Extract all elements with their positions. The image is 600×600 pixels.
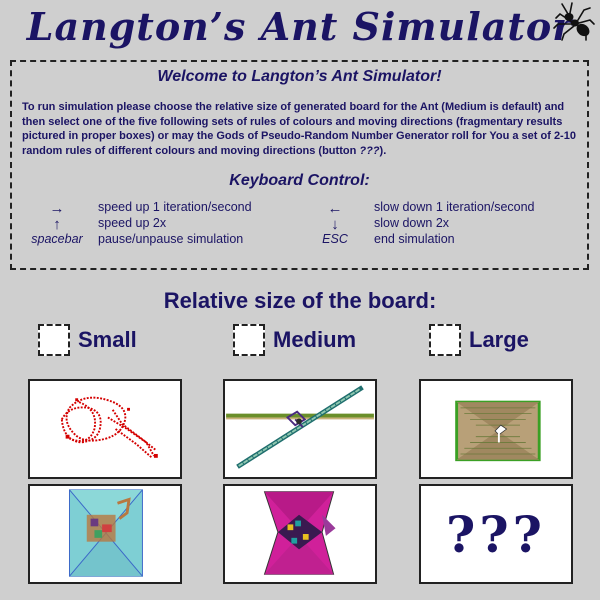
rule-5-preview bbox=[263, 491, 336, 575]
rule-3-preview bbox=[455, 400, 541, 462]
down-arrow-key: ↓ bbox=[331, 216, 339, 233]
key-description: pause/unpause simulation bbox=[98, 232, 244, 246]
random-rules-button[interactable]: ??? bbox=[419, 484, 573, 584]
board-size-heading: Relative size of the board: bbox=[163, 288, 437, 313]
size-label: Small bbox=[78, 327, 137, 352]
right-arrow-key: → bbox=[49, 200, 65, 217]
keyboard-heading: Keyboard Control: bbox=[229, 172, 370, 189]
rule-4-preview bbox=[69, 489, 143, 577]
keyboard-controls: → speed up 1 iteration/second ← slow dow… bbox=[22, 200, 577, 260]
size-label: Large bbox=[469, 327, 529, 352]
up-arrow-key: ↑ bbox=[53, 216, 61, 233]
rule-1-preview bbox=[60, 396, 158, 459]
spacebar-key: spacebar bbox=[31, 232, 83, 246]
key-description: slow down 1 iteration/second bbox=[374, 200, 535, 214]
small-checkbox[interactable] bbox=[38, 324, 70, 356]
size-option-large[interactable]: Large bbox=[429, 324, 529, 356]
page-title: Langton’s Ant Simulator bbox=[26, 4, 574, 49]
key-description: end simulation bbox=[374, 232, 455, 246]
ant-icon bbox=[553, 2, 595, 41]
rule-set-1-button[interactable] bbox=[28, 379, 182, 479]
rule-set-2-button[interactable] bbox=[223, 379, 377, 479]
medium-checkbox[interactable] bbox=[233, 324, 265, 356]
rule-set-5-button[interactable] bbox=[223, 484, 377, 584]
size-option-medium[interactable]: Medium bbox=[233, 324, 356, 356]
welcome-panel: Welcome to Langton’s Ant Simulator! To r… bbox=[10, 60, 589, 270]
key-description: speed up 2x bbox=[98, 216, 167, 230]
intro-text: To run simulation please choose the rela… bbox=[22, 101, 576, 157]
size-option-small[interactable]: Small bbox=[38, 324, 137, 356]
rule-set-4-button[interactable] bbox=[28, 484, 182, 584]
esc-key: ESC bbox=[322, 232, 348, 246]
left-arrow-key: ← bbox=[327, 200, 343, 217]
rule-2-preview bbox=[226, 385, 374, 469]
welcome-heading: Welcome to Langton’s Ant Simulator! bbox=[157, 68, 442, 85]
large-checkbox[interactable] bbox=[429, 324, 461, 356]
key-description: slow down 2x bbox=[374, 216, 450, 230]
key-description: speed up 1 iteration/second bbox=[98, 200, 252, 214]
rule-set-3-button[interactable] bbox=[419, 379, 573, 479]
size-label: Medium bbox=[273, 327, 357, 352]
